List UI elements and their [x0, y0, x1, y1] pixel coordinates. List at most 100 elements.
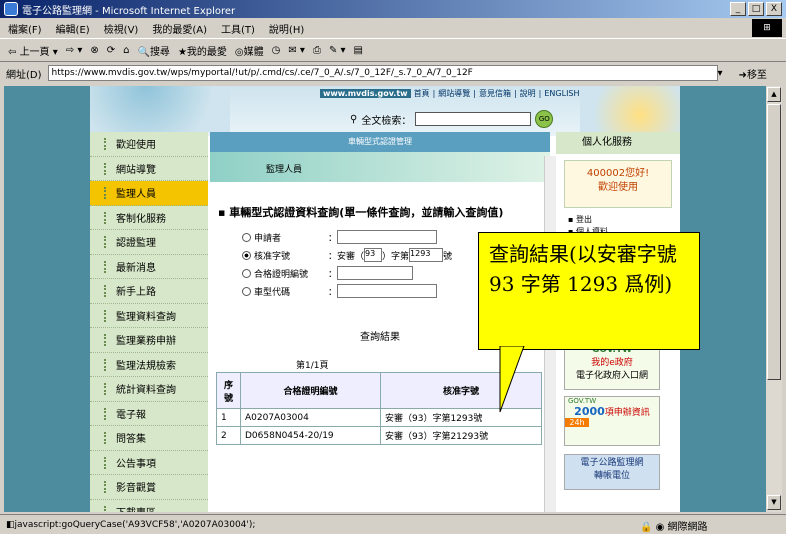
go-button[interactable]: ➜移至: [739, 66, 767, 81]
user-greeting: 400002您好! 歡迎使用: [564, 160, 672, 208]
print-icon[interactable]: ⎙: [313, 45, 321, 56]
menu-favorites[interactable]: 我的最愛(A): [152, 21, 207, 36]
ie-icon: [4, 2, 18, 16]
sidebar-item-faq[interactable]: 問答集: [90, 426, 208, 451]
home-icon[interactable]: ⌂: [123, 45, 129, 56]
gov-portal-banner[interactable]: GOV.TW 我的e政府 電子化政府入口網: [564, 344, 660, 390]
menu-help[interactable]: 說明(H): [269, 21, 304, 36]
browser-window: 電子公路監理網 - Microsoft Internet Explorer _ …: [0, 0, 786, 534]
menu-tools[interactable]: 工具(T): [221, 21, 255, 36]
site-logo[interactable]: www.mvdis.gov.tw: [320, 89, 411, 98]
minimize-button[interactable]: _: [730, 2, 746, 16]
menu-view[interactable]: 檢視(V): [104, 21, 139, 36]
status-bar: ◧ javascript:goQueryCase('A93VCF58','A02…: [0, 514, 786, 534]
header-art: [90, 86, 230, 132]
search-go-button[interactable]: GO: [535, 110, 554, 128]
maximize-button[interactable]: □: [748, 2, 764, 16]
nav-home[interactable]: 首頁: [414, 88, 430, 99]
search-icon: ⚲: [350, 113, 358, 125]
radio-applicant[interactable]: [242, 232, 251, 242]
windows-logo-icon: ⊞: [752, 19, 782, 37]
mvdis-banner[interactable]: 電子公路監理網 轉帳電位: [564, 454, 660, 490]
title-bar: 電子公路監理網 - Microsoft Internet Explorer _ …: [0, 0, 786, 18]
menu-file[interactable]: 檔案(F): [8, 21, 42, 36]
stop-icon[interactable]: ⊗: [90, 45, 98, 56]
back-button[interactable]: ⇦ 上一頁 ▾: [8, 43, 58, 58]
fulltext-search: ⚲ 全文檢索： GO: [350, 110, 554, 128]
sidebar-item-staff[interactable]: 監理人員: [90, 181, 208, 206]
model-code-input[interactable]: [337, 284, 438, 298]
sidebar-item-query[interactable]: 監理資料查詢: [90, 304, 208, 328]
favorites-button[interactable]: ★我的最愛: [178, 43, 227, 58]
menu-bar: 檔案(F) 編輯(E) 檢視(V) 我的最愛(A) 工具(T) 說明(H): [0, 19, 786, 37]
scroll-up-icon[interactable]: ▲: [767, 87, 781, 102]
cert-link[interactable]: D0658N0454-20/19: [240, 426, 381, 445]
sidebar-item-newsletter[interactable]: 電子報: [90, 402, 208, 426]
refresh-icon[interactable]: ⟳: [107, 45, 115, 56]
nav-sitemap[interactable]: 網站導覽: [438, 88, 470, 99]
window-title: 電子公路監理網 - Microsoft Internet Explorer: [22, 5, 236, 17]
nav-feedback[interactable]: 意見信箱: [479, 88, 511, 99]
address-dropdown[interactable]: ▾: [718, 68, 723, 79]
site-header: www.mvdis.gov.tw 首頁 | 網站導覽 | 意見信箱 | 說明 | ENG…: [90, 86, 680, 136]
annotation-callout: 查詢結果(以安審字號 93 字第 1293 爲例): [478, 232, 700, 350]
logout-link[interactable]: ▪ 登出: [568, 214, 680, 226]
cert-no-input[interactable]: [337, 266, 414, 280]
search-button[interactable]: 🔍搜尋: [137, 43, 169, 58]
forward-button[interactable]: ⇨ ▾: [66, 45, 83, 56]
left-margin: [4, 86, 90, 512]
services-banner[interactable]: GOV.TW 2000項申辦資訊 24h: [564, 396, 660, 446]
sidebar-item-stats[interactable]: 統計資料查詢: [90, 377, 208, 402]
sidebar-item-newbie[interactable]: 新手上路: [90, 279, 208, 304]
edit-icon[interactable]: ✎ ▾: [329, 45, 346, 56]
sidebar-item-cert[interactable]: 認證監理: [90, 230, 208, 255]
sidebar-item-welcome[interactable]: 歡迎使用: [90, 132, 208, 157]
search-input[interactable]: [415, 112, 532, 126]
sidebar-item-media[interactable]: 影音觀賞: [90, 475, 208, 500]
sidebar-item-law[interactable]: 監理法規檢索: [90, 353, 208, 377]
callout-pointer: [499, 346, 525, 413]
sidebar-item-notice[interactable]: 公告事項: [90, 451, 208, 475]
vertical-scrollbar[interactable]: ▲ ▼: [766, 86, 782, 512]
sidebar-item-download[interactable]: 下載專區: [90, 500, 208, 512]
col-cert-no: 合格證明編號: [240, 372, 381, 409]
header-decoration: [580, 86, 680, 134]
address-input[interactable]: https://www.mvdis.gov.tw/wps/myportal/!u…: [47, 65, 718, 81]
nav-english[interactable]: ENGLISH: [544, 89, 579, 98]
radio-approval-no[interactable]: [242, 250, 251, 260]
close-button[interactable]: X: [766, 2, 782, 16]
toolbar: ⇦ 上一頁 ▾ ⇨ ▾ ⊗ ⟳ ⌂ 🔍搜尋 ★我的最愛 ◎媒體 ◷ ✉ ▾ ⎙ …: [0, 38, 786, 62]
status-text: javascript:goQueryCase('A93VCF58','A0207…: [14, 519, 256, 530]
nav-help[interactable]: 說明: [520, 88, 536, 99]
applicant-input[interactable]: [337, 230, 438, 244]
discuss-icon[interactable]: ▤: [354, 45, 363, 56]
approval-number-input[interactable]: 1293: [409, 248, 444, 262]
history-icon[interactable]: ◷: [272, 45, 281, 56]
sidebar-item-news[interactable]: 最新消息: [90, 255, 208, 279]
cert-link[interactable]: A0207A03004: [240, 408, 381, 427]
media-button[interactable]: ◎媒體: [235, 43, 264, 58]
address-bar: 網址(D) https://www.mvdis.gov.tw/wps/mypor…: [0, 63, 786, 83]
page-count: 第1/1頁: [296, 361, 329, 371]
scroll-thumb[interactable]: [767, 104, 781, 380]
top-nav: www.mvdis.gov.tw 首頁 | 網站導覽 | 意見信箱 | 說明 | ENG…: [320, 88, 580, 99]
page-subtitle: 監理人員: [266, 165, 303, 175]
section-band: 車輛型式認證管理: [210, 132, 550, 152]
sidebar-item-apply[interactable]: 監理業務申辦: [90, 328, 208, 353]
approval-year-input[interactable]: 93: [364, 248, 383, 262]
scroll-down-icon[interactable]: ▼: [767, 495, 781, 510]
sidebar-item-custom[interactable]: 客制化服務: [90, 206, 208, 230]
col-seq: 序號: [216, 372, 241, 409]
search-label: 全文檢索：: [361, 115, 412, 127]
radio-cert-no[interactable]: [242, 268, 251, 278]
sidebar-item-sitemap[interactable]: 網站導覽: [90, 157, 208, 181]
address-label: 網址(D): [6, 69, 42, 81]
radio-model-code[interactable]: [242, 286, 251, 296]
subtitle-bar: 監理人員: [210, 152, 550, 182]
sidebar: 歡迎使用 網站導覽 監理人員 客制化服務 認證監理 最新消息 新手上路 監理資料…: [90, 132, 208, 512]
personal-service-header: 個人化服務: [556, 132, 680, 154]
mail-icon[interactable]: ✉ ▾: [288, 45, 305, 56]
page-icon: ◧: [6, 519, 15, 530]
result-title: 查詢結果: [360, 332, 400, 343]
menu-edit[interactable]: 編輯(E): [56, 21, 90, 36]
